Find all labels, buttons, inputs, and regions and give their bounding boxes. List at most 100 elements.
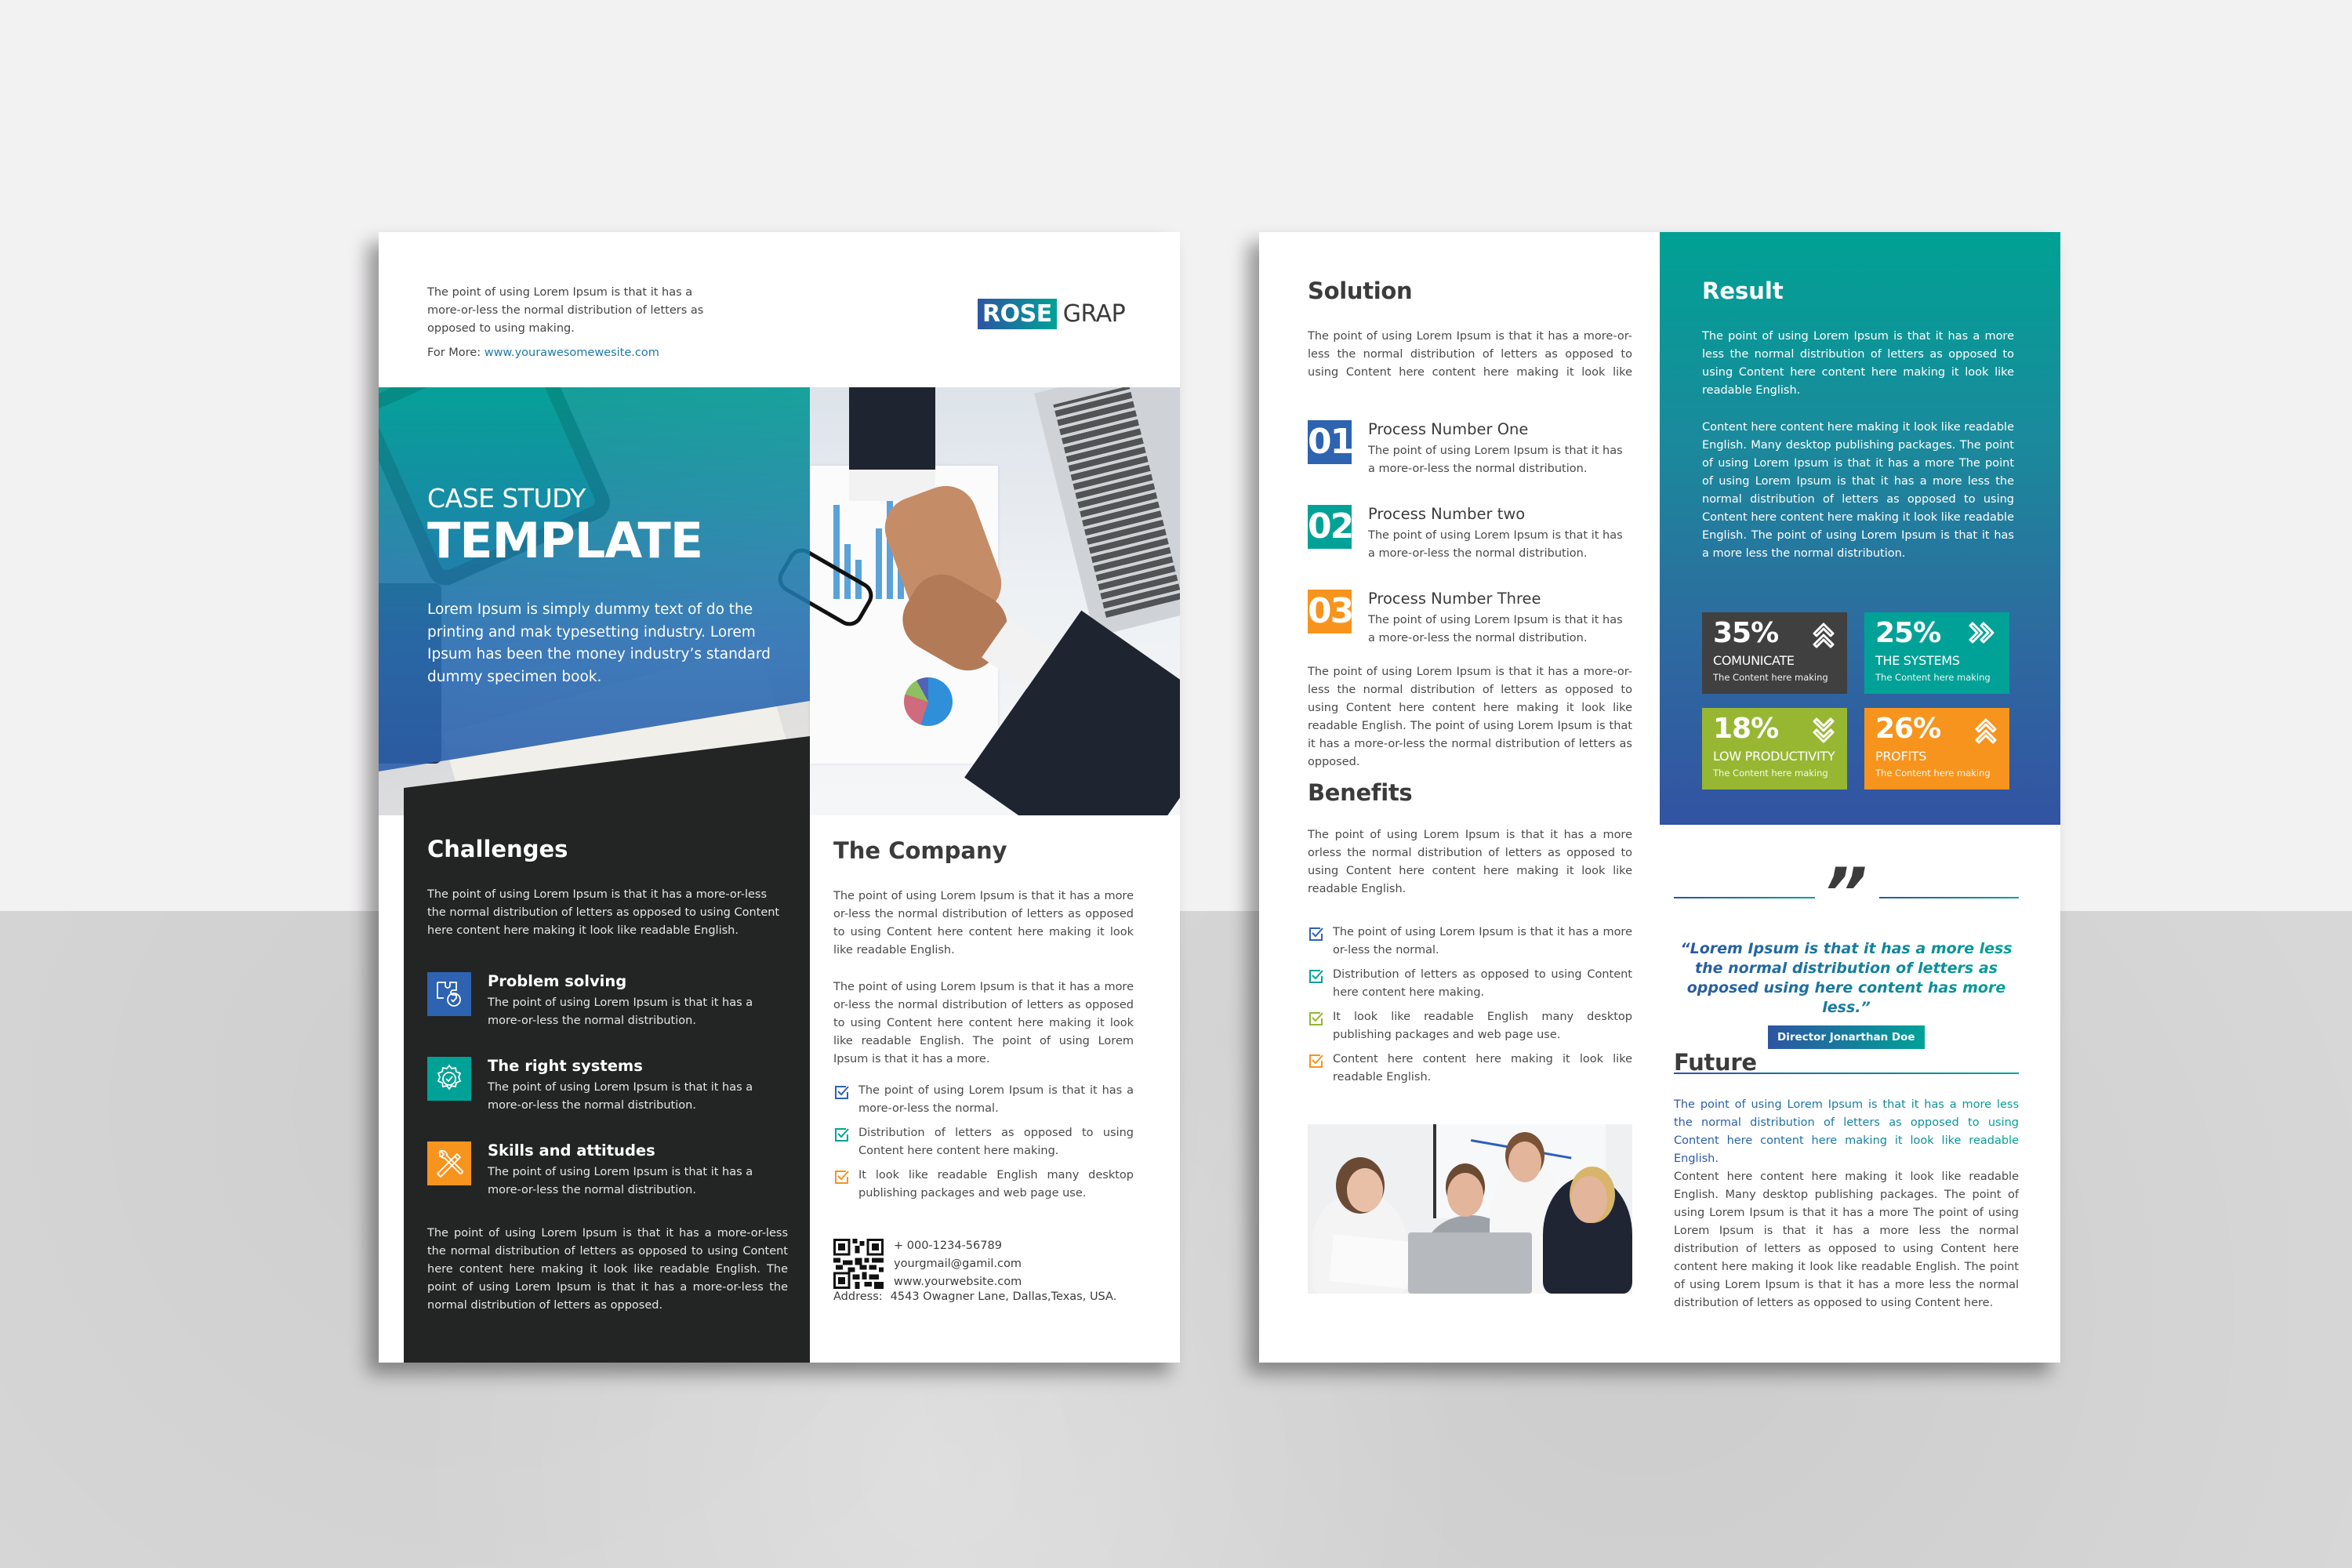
- challenge-title: Skills and attitudes: [488, 1142, 655, 1160]
- checklist-text: It look like readable English many deskt…: [858, 1169, 1134, 1200]
- double-chevron-down-icon: [1813, 717, 1835, 743]
- address-label: Address:: [833, 1290, 883, 1303]
- stat-card: 35% COMUNICATE The Content here making: [1702, 612, 1847, 694]
- stat-value: 25%: [1875, 617, 1941, 649]
- person-head-graphic: [1508, 1142, 1541, 1182]
- checkbox-icon: [1309, 927, 1323, 941]
- double-chevron-up-icon: [1975, 718, 1997, 744]
- company-paragraph: The point of using Lorem Ipsum is that i…: [833, 981, 1134, 1065]
- stat-card: 26% PROFITS The Content here making: [1864, 708, 2009, 789]
- checklist-text: Distribution of letters as opposed to us…: [1333, 968, 1632, 999]
- hero-subtitle: CASE STUDY: [427, 483, 586, 514]
- tools-icon: [427, 1142, 471, 1185]
- process-number: 02: [1308, 505, 1354, 549]
- logo-text: GRAP: [1062, 300, 1126, 328]
- company-paragraph: The point of using Lorem Ipsum is that i…: [833, 890, 1134, 956]
- stat-value: 26%: [1875, 713, 1941, 745]
- checklist-item: The point of using Lorem Ipsum is that i…: [1308, 924, 1632, 960]
- checklist-item: Distribution of letters as opposed to us…: [833, 1124, 1134, 1160]
- contact-website[interactable]: www.yourwebsite.com: [894, 1273, 1022, 1291]
- address-value: 4543 Owagner Lane, Dallas,Texas, USA.: [890, 1290, 1117, 1303]
- stat-value: 35%: [1713, 617, 1779, 649]
- process-text: The point of using Lorem Ipsum is that i…: [1368, 529, 1623, 560]
- company-title: The Company: [833, 837, 1007, 864]
- process-text: The point of using Lorem Ipsum is that i…: [1368, 614, 1623, 644]
- divider-line: [1674, 897, 1815, 898]
- challenges-title: Challenges: [427, 836, 568, 862]
- challenges-panel: Challenges The point of using Lorem Ipsu…: [404, 815, 810, 1363]
- process-title: Process Number One: [1368, 420, 1529, 438]
- gear-check-icon: [427, 1057, 471, 1101]
- website-link[interactable]: www.yourawesomewesite.com: [485, 347, 659, 359]
- solution-title: Solution: [1308, 278, 1413, 304]
- puzzle-gear-icon: [427, 972, 471, 1016]
- stat-subtext: The Content here making: [1875, 768, 1991, 779]
- contact-phone: + 000-1234-56789: [894, 1240, 1002, 1252]
- challenge-text: The point of using Lorem Ipsum is that i…: [488, 996, 753, 1027]
- checklist-item: Distribution of letters as opposed to us…: [1308, 966, 1632, 1002]
- stat-label: THE SYSTEMS: [1875, 653, 1960, 668]
- result-title: Result: [1702, 278, 1784, 304]
- stat-subtext: The Content here making: [1713, 768, 1828, 779]
- checklist-text: Content here content here making it look…: [1333, 1053, 1632, 1083]
- checklist-item: It look like readable English many deskt…: [833, 1167, 1134, 1203]
- checklist-text: The point of using Lorem Ipsum is that i…: [1333, 926, 1632, 956]
- brand-logo: ROSE GRAP: [978, 299, 1126, 329]
- laptop-graphic: [1408, 1232, 1532, 1294]
- double-chevron-right-icon: [1969, 622, 1994, 644]
- page-back: Solution The point of using Lorem Ipsum …: [1259, 232, 2060, 1363]
- challenges-intro: The point of using Lorem Ipsum is that i…: [427, 888, 780, 937]
- hero-title: TEMPLATE: [427, 512, 703, 569]
- quote-author-badge: Director Jonarthan Doe: [1768, 1025, 1925, 1049]
- company-checklist: The point of using Lorem Ipsum is that i…: [833, 1082, 1134, 1209]
- quote-mark-icon: ”: [1823, 853, 1867, 934]
- stat-label: LOW PRODUCTIVITY: [1713, 749, 1835, 764]
- checklist-item: It look like readable English many deskt…: [1308, 1008, 1632, 1044]
- future-title: Future: [1674, 1049, 1757, 1076]
- process-title: Process Number Three: [1368, 590, 1541, 608]
- checkbox-icon: [1309, 1054, 1323, 1068]
- divider-line: [1879, 897, 2019, 898]
- logo-highlight: ROSE: [978, 299, 1057, 329]
- solution-intro: The point of using Lorem Ipsum is that i…: [1308, 330, 1632, 379]
- person-head-graphic: [1571, 1176, 1607, 1223]
- team-photo: [1308, 1124, 1632, 1294]
- contact-address: Address: 4543 Owagner Lane, Dallas,Texas,…: [833, 1290, 1116, 1303]
- hero-banner: CASE STUDY TEMPLATE Lorem Ipsum is simpl…: [379, 387, 1180, 815]
- stat-label: COMUNICATE: [1713, 653, 1795, 668]
- challenge-title: Problem solving: [488, 972, 627, 990]
- qr-code-icon: [833, 1239, 884, 1289]
- challenge-title: The right systems: [488, 1057, 643, 1075]
- challenge-text: The point of using Lorem Ipsum is that i…: [488, 1081, 753, 1112]
- contact-email[interactable]: yourgmail@gamil.com: [894, 1255, 1022, 1273]
- checklist-item: The point of using Lorem Ipsum is that i…: [833, 1082, 1134, 1118]
- checkbox-icon: [835, 1128, 849, 1142]
- challenges-outro: The point of using Lorem Ipsum is that i…: [427, 1227, 788, 1312]
- person-head-graphic: [1347, 1168, 1383, 1212]
- solution-outro: The point of using Lorem Ipsum is that i…: [1308, 666, 1632, 768]
- hero-description: Lorem Ipsum is simply dummy text of do t…: [427, 601, 771, 685]
- person-head-graphic: [1447, 1173, 1483, 1217]
- checklist-text: It look like readable English many deskt…: [1333, 1011, 1632, 1041]
- paper-graphic: [1329, 1233, 1412, 1290]
- process-number: 03: [1308, 590, 1354, 633]
- stat-card: 25% THE SYSTEMS The Content here making: [1864, 612, 2009, 694]
- contact-lines: + 000-1234-56789 yourgmail@gamil.com www…: [894, 1237, 1022, 1291]
- benefits-checklist: The point of using Lorem Ipsum is that i…: [1308, 924, 1632, 1093]
- process-text: The point of using Lorem Ipsum is that i…: [1368, 445, 1623, 475]
- result-paragraph: Content here content here making it look…: [1702, 421, 2014, 560]
- checklist-text: Distribution of letters as opposed to us…: [858, 1127, 1134, 1157]
- process-title: Process Number two: [1368, 505, 1526, 523]
- benefits-title: Benefits: [1308, 779, 1413, 806]
- pie-chart-graphic: [904, 677, 953, 726]
- process-number: 01: [1308, 420, 1354, 464]
- stat-card: 18% LOW PRODUCTIVITY The Content here ma…: [1702, 708, 1847, 789]
- page-front: The point of using Lorem Ipsum is that i…: [379, 232, 1180, 1363]
- laptop-graphic: [1034, 387, 1180, 637]
- header-intro: The point of using Lorem Ipsum is that i…: [427, 286, 704, 335]
- hero-titles: CASE STUDY TEMPLATE: [427, 483, 703, 569]
- checklist-item: Content here content here making it look…: [1308, 1051, 1632, 1087]
- stat-value: 18%: [1713, 713, 1779, 745]
- for-more-label: For More:: [427, 347, 481, 359]
- checkbox-icon: [835, 1086, 849, 1099]
